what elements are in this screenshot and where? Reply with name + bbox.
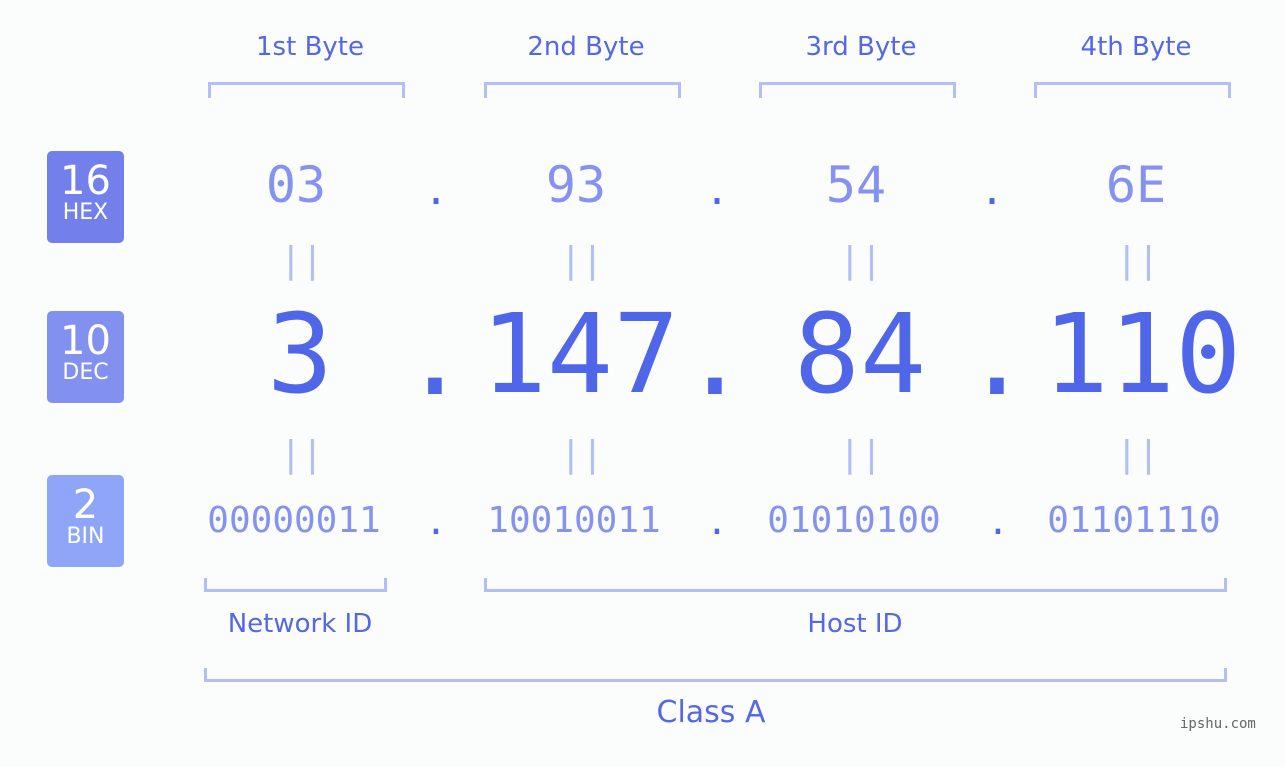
bin-base-label: BIN xyxy=(66,524,105,549)
equals-sign: || xyxy=(280,434,324,475)
dec-dot-2: . xyxy=(681,292,749,420)
host-id-bracket xyxy=(484,578,1227,592)
dec-badge: 10 DEC xyxy=(47,311,124,403)
dec-base-number: 10 xyxy=(60,318,111,364)
bin-dot-2: . xyxy=(706,502,728,543)
hex-dot-2: . xyxy=(704,168,730,214)
class-bracket xyxy=(204,668,1227,682)
dec-dot-3: . xyxy=(963,292,1031,420)
equals-sign: || xyxy=(560,240,604,281)
equals-sign: || xyxy=(1116,434,1160,475)
byte-header-3: 3rd Byte xyxy=(805,32,917,62)
hex-badge: 16 HEX xyxy=(47,151,124,243)
class-label: Class A xyxy=(656,695,766,730)
hex-base-label: HEX xyxy=(62,200,109,225)
network-id-label: Network ID xyxy=(227,609,373,639)
hex-dot-3: . xyxy=(979,168,1005,214)
dec-byte-2: 147 xyxy=(480,290,680,418)
bin-base-number: 2 xyxy=(72,482,99,528)
equals-sign: || xyxy=(1116,240,1160,281)
equals-sign: || xyxy=(839,434,883,475)
bin-badge: 2 BIN xyxy=(47,475,124,567)
bin-byte-3: 01010100 xyxy=(767,500,941,541)
equals-sign: || xyxy=(280,240,324,281)
byte-header-4: 4th Byte xyxy=(1080,32,1192,62)
bin-dot-1: . xyxy=(425,502,447,543)
hex-byte-3: 54 xyxy=(825,156,887,214)
byte-bracket-4 xyxy=(1034,82,1231,98)
bin-byte-4: 01101110 xyxy=(1047,500,1221,541)
equals-sign: || xyxy=(560,434,604,475)
dec-dot-1: . xyxy=(401,292,469,420)
hex-base-number: 16 xyxy=(60,158,111,204)
equals-sign: || xyxy=(839,240,883,281)
network-id-bracket xyxy=(204,578,387,592)
byte-bracket-2 xyxy=(484,82,681,98)
dec-byte-1: 3 xyxy=(266,290,334,418)
bin-byte-1: 00000011 xyxy=(207,500,381,541)
watermark: ipshu.com xyxy=(1180,716,1256,732)
hex-byte-4: 6E xyxy=(1105,156,1167,214)
byte-header-1: 1st Byte xyxy=(256,32,364,62)
byte-header-2: 2nd Byte xyxy=(527,32,645,62)
hex-byte-1: 03 xyxy=(265,156,327,214)
bin-byte-2: 10010011 xyxy=(487,500,661,541)
hex-dot-1: . xyxy=(423,168,449,214)
bin-dot-3: . xyxy=(987,502,1009,543)
dec-byte-3: 84 xyxy=(793,290,927,418)
dec-base-label: DEC xyxy=(62,360,109,385)
hex-byte-2: 93 xyxy=(545,156,607,214)
host-id-label: Host ID xyxy=(807,609,903,639)
byte-bracket-3 xyxy=(759,82,956,98)
byte-bracket-1 xyxy=(208,82,405,98)
dec-byte-4: 110 xyxy=(1042,290,1242,418)
